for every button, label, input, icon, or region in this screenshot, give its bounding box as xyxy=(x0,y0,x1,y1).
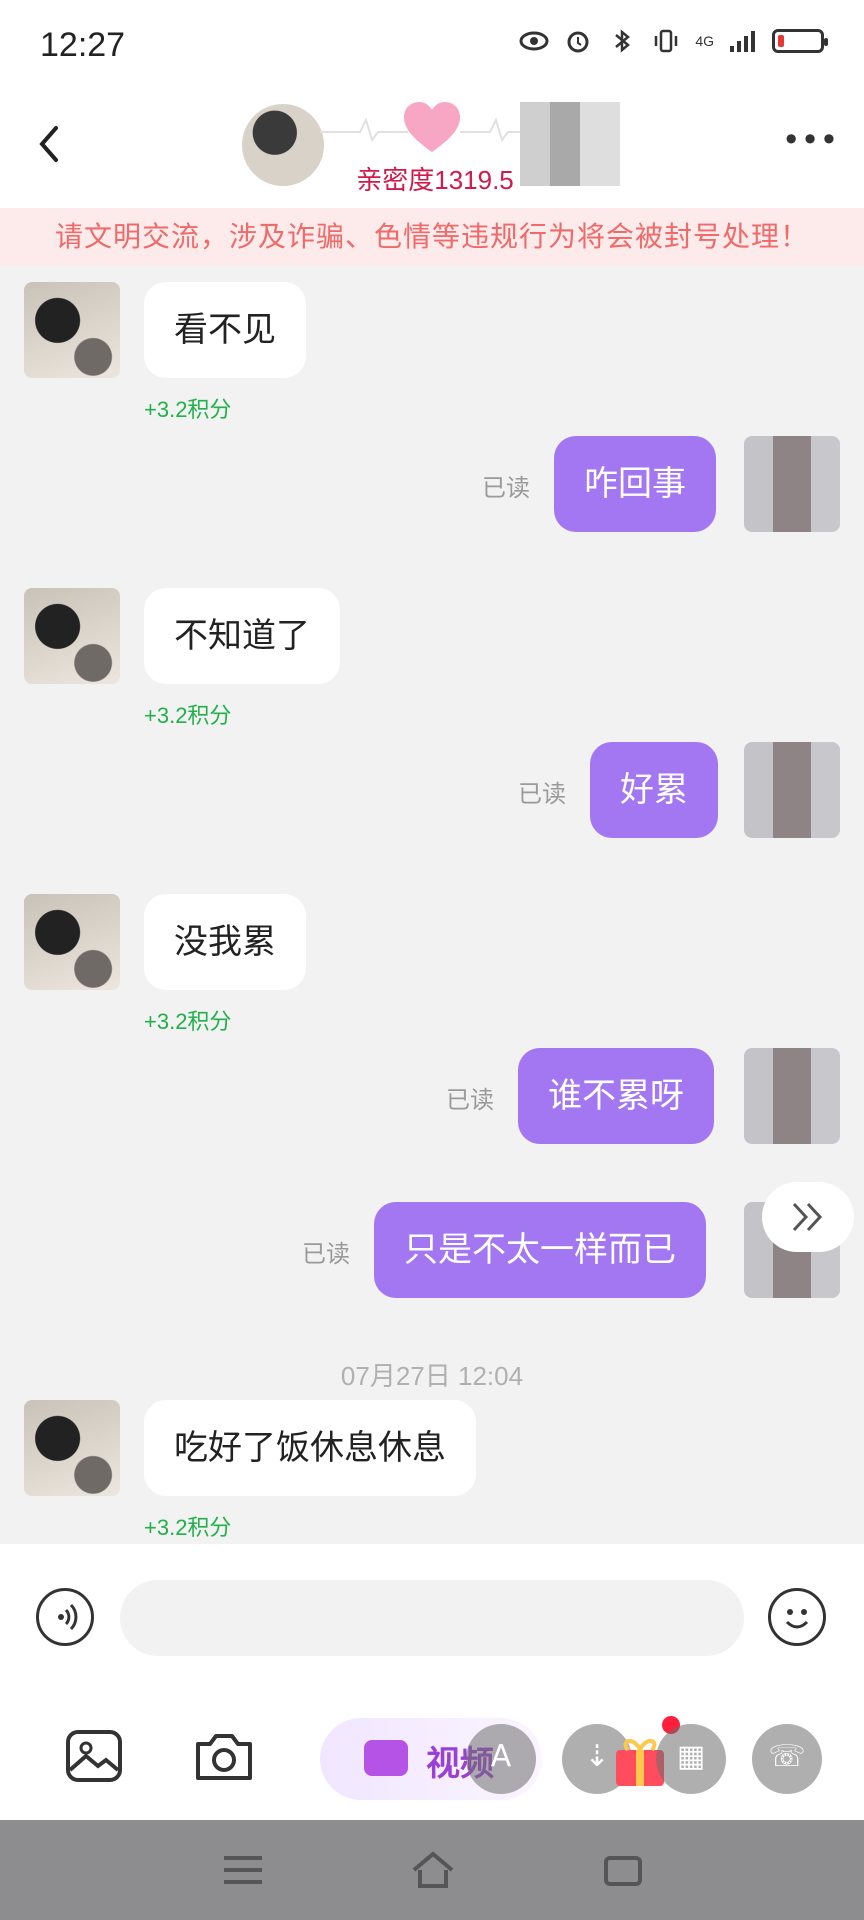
message-timestamp: 07月27日 12:04 xyxy=(340,1361,524,1391)
points-label: +3.2积分 xyxy=(144,1515,232,1540)
scroll-down-button[interactable] xyxy=(762,1182,854,1252)
phone-call-icon[interactable]: ☏ xyxy=(752,1724,822,1794)
battery-icon xyxy=(772,29,828,53)
input-bar xyxy=(0,1544,864,1694)
double-chevron-right-icon xyxy=(792,1202,823,1232)
signal-icon xyxy=(730,31,755,52)
status-bar: 12:27 4G xyxy=(0,0,864,90)
points-label: +3.2积分 xyxy=(144,1009,232,1034)
my-avatar-small[interactable] xyxy=(744,1048,840,1144)
partner-avatar-small[interactable] xyxy=(24,1400,120,1496)
more-dots-icon[interactable]: ••• xyxy=(780,124,840,160)
alarm-icon xyxy=(567,31,589,53)
eye-icon xyxy=(519,31,549,51)
system-nav-bar xyxy=(0,1820,864,1920)
read-status: 已读 xyxy=(446,1086,494,1114)
received-message[interactable]: 吃好了饭休息休息 xyxy=(144,1400,476,1496)
partner-avatar-small[interactable] xyxy=(24,588,120,684)
partner-avatar-small[interactable] xyxy=(24,282,120,378)
image-gallery-icon[interactable] xyxy=(62,1724,126,1788)
sent-message[interactable]: 好累 xyxy=(590,742,718,838)
points-label: +3.2积分 xyxy=(144,397,232,422)
voice-input-icon[interactable] xyxy=(36,1588,94,1646)
action-toolbar: 视频 A ⇣ ▦ ☏ xyxy=(0,1694,864,1820)
points-label: +3.2积分 xyxy=(144,703,232,728)
intimacy-score: 亲密度1319.5 xyxy=(356,165,514,195)
camera-icon[interactable] xyxy=(192,1724,256,1788)
received-message[interactable]: 没我累 xyxy=(144,894,306,990)
vibrate-icon xyxy=(655,29,678,53)
bluetooth-icon xyxy=(615,29,631,53)
message-input[interactable] xyxy=(120,1580,744,1656)
sent-message[interactable]: 只是不太一样而已 xyxy=(374,1202,706,1298)
home-icon[interactable] xyxy=(408,1848,458,1892)
sent-message[interactable]: 谁不累呀 xyxy=(518,1048,714,1144)
back-nav-icon[interactable] xyxy=(598,1848,648,1892)
read-status: 已读 xyxy=(518,780,566,808)
read-status: 已读 xyxy=(302,1240,350,1268)
warning-banner: 请文明交流，涉及诈骗、色情等违规行为将会被封号处理！ xyxy=(0,208,864,266)
emoji-icon[interactable] xyxy=(768,1588,826,1646)
network-type: 4G xyxy=(695,33,714,49)
read-status: 已读 xyxy=(482,474,530,502)
video-camera-icon xyxy=(364,1740,408,1776)
chat-header: 亲密度1319.5 ••• xyxy=(0,90,864,208)
status-time: 12:27 xyxy=(40,26,126,64)
menu-icon[interactable] xyxy=(218,1848,268,1892)
apps-grid-icon[interactable]: ▦ xyxy=(656,1724,726,1794)
received-message[interactable]: 不知道了 xyxy=(144,588,340,684)
my-avatar-small[interactable] xyxy=(744,742,840,838)
heart-icon xyxy=(404,102,460,152)
chat-area[interactable]: 看不见 +3.2积分 已读 咋回事 不知道了 +3.2积分 已读 好累 没我累 … xyxy=(0,266,864,1544)
back-chevron-icon[interactable] xyxy=(30,116,70,176)
floating-assist-button[interactable]: A xyxy=(466,1724,536,1794)
my-avatar-small[interactable] xyxy=(744,436,840,532)
sent-message[interactable]: 咋回事 xyxy=(554,436,716,532)
status-icons: 4G xyxy=(519,28,828,54)
received-message[interactable]: 看不见 xyxy=(144,282,306,378)
partner-avatar-small[interactable] xyxy=(24,894,120,990)
